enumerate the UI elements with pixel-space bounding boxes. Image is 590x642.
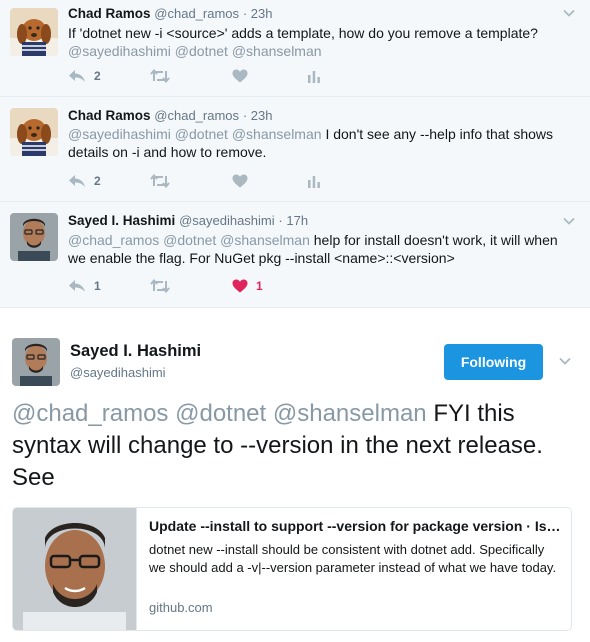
author-handle[interactable]: @sayedihashimi [70, 365, 166, 380]
reply-icon [69, 175, 85, 187]
main-tweet-text: @chad_ramos @dotnet @shanselman FYI this… [12, 398, 582, 494]
tweet-actions: 1 1 [68, 277, 307, 295]
tweet-mentions[interactable]: @sayedihashimi @dotnet @shanselman [68, 43, 322, 59]
reply-count: 2 [94, 69, 101, 83]
reply-action[interactable]: 2 [68, 69, 150, 83]
reply-action[interactable]: 2 [68, 174, 150, 188]
analytics-action[interactable] [307, 70, 321, 83]
author-name[interactable]: Chad Ramos [68, 108, 151, 123]
tweet-time[interactable]: 17h [286, 213, 308, 228]
reply-tweet-3[interactable]: Sayed I. Hashimi @sayedihashimi · 17h @c… [0, 202, 590, 308]
retweet-action[interactable] [150, 279, 232, 293]
retweet-icon [150, 174, 170, 188]
tweet-text: @sayedihashimi @dotnet @shanselman I don… [68, 125, 568, 161]
tweet-time[interactable]: 23h [251, 6, 273, 21]
like-icon [232, 174, 248, 188]
reply-icon [69, 280, 85, 292]
chevron-down-icon[interactable] [562, 6, 576, 20]
card-thumbnail [13, 508, 137, 630]
avatar-sayed-hashimi[interactable] [10, 213, 58, 261]
reply-tweet-1[interactable]: Chad Ramos @chad_ramos · 23h If 'dotnet … [0, 0, 590, 97]
author-handle[interactable]: @chad_ramos [154, 108, 239, 123]
link-preview-card[interactable]: Update --install to support --version fo… [12, 507, 572, 631]
tweet-mentions[interactable]: @sayedihashimi @dotnet @shanselman [68, 126, 322, 142]
analytics-action[interactable] [307, 175, 321, 188]
chevron-down-icon[interactable] [558, 354, 572, 368]
like-action[interactable]: 1 [232, 279, 307, 293]
following-button[interactable]: Following [444, 344, 543, 380]
retweet-action[interactable] [150, 69, 232, 83]
separator-dot: · [242, 6, 251, 21]
author-name[interactable]: Sayed I. Hashimi [68, 213, 175, 228]
author-handle[interactable]: @chad_ramos [154, 6, 239, 21]
tweet-time[interactable]: 23h [251, 108, 273, 123]
author-name[interactable]: Sayed I. Hashimi [70, 342, 201, 361]
avatar-chad-ramos[interactable] [10, 108, 58, 156]
card-domain: github.com [149, 600, 213, 615]
tweet-text: If 'dotnet new -i <source>' adds a templ… [68, 24, 568, 60]
analytics-icon [308, 175, 320, 188]
like-count: 1 [256, 279, 263, 293]
like-action[interactable] [232, 69, 307, 83]
tweet-mentions[interactable]: @chad_ramos @dotnet @shanselman [68, 232, 310, 248]
like-icon [232, 279, 248, 293]
tweet-mentions[interactable]: @chad_ramos @dotnet @shanselman [12, 400, 427, 427]
author-handle[interactable]: @sayedihashimi [179, 213, 275, 228]
separator-dot: · [242, 108, 251, 123]
like-icon [232, 69, 248, 83]
avatar-chad-ramos[interactable] [10, 8, 58, 56]
chevron-down-icon[interactable] [562, 214, 576, 228]
reply-action[interactable]: 1 [68, 279, 150, 293]
tweet-text: @chad_ramos @dotnet @shanselman help for… [68, 231, 568, 267]
retweet-icon [150, 279, 170, 293]
reply-header: Chad Ramos @chad_ramos · 23h [68, 6, 272, 21]
tweet-actions: 2 [68, 67, 321, 85]
card-title[interactable]: Update --install to support --version fo… [149, 518, 565, 534]
reply-header: Chad Ramos @chad_ramos · 23h [68, 108, 272, 123]
reply-icon [69, 70, 85, 82]
reply-count: 1 [94, 279, 101, 293]
reply-header: Sayed I. Hashimi @sayedihashimi · 17h [68, 213, 308, 228]
analytics-icon [308, 70, 320, 83]
retweet-action[interactable] [150, 174, 232, 188]
tweet-body: If 'dotnet new -i <source>' adds a templ… [68, 25, 538, 41]
card-description: dotnet new --install should be consisten… [149, 542, 557, 575]
main-tweet: Sayed I. Hashimi @sayedihashimi Followin… [0, 312, 590, 642]
reply-tweet-2[interactable]: Chad Ramos @chad_ramos · 23h @sayedihash… [0, 97, 590, 202]
like-action[interactable] [232, 174, 307, 188]
reply-count: 2 [94, 174, 101, 188]
retweet-icon [150, 69, 170, 83]
tweet-actions: 2 [68, 172, 321, 190]
avatar-sayed-hashimi[interactable] [12, 338, 60, 386]
author-name[interactable]: Chad Ramos [68, 6, 151, 21]
